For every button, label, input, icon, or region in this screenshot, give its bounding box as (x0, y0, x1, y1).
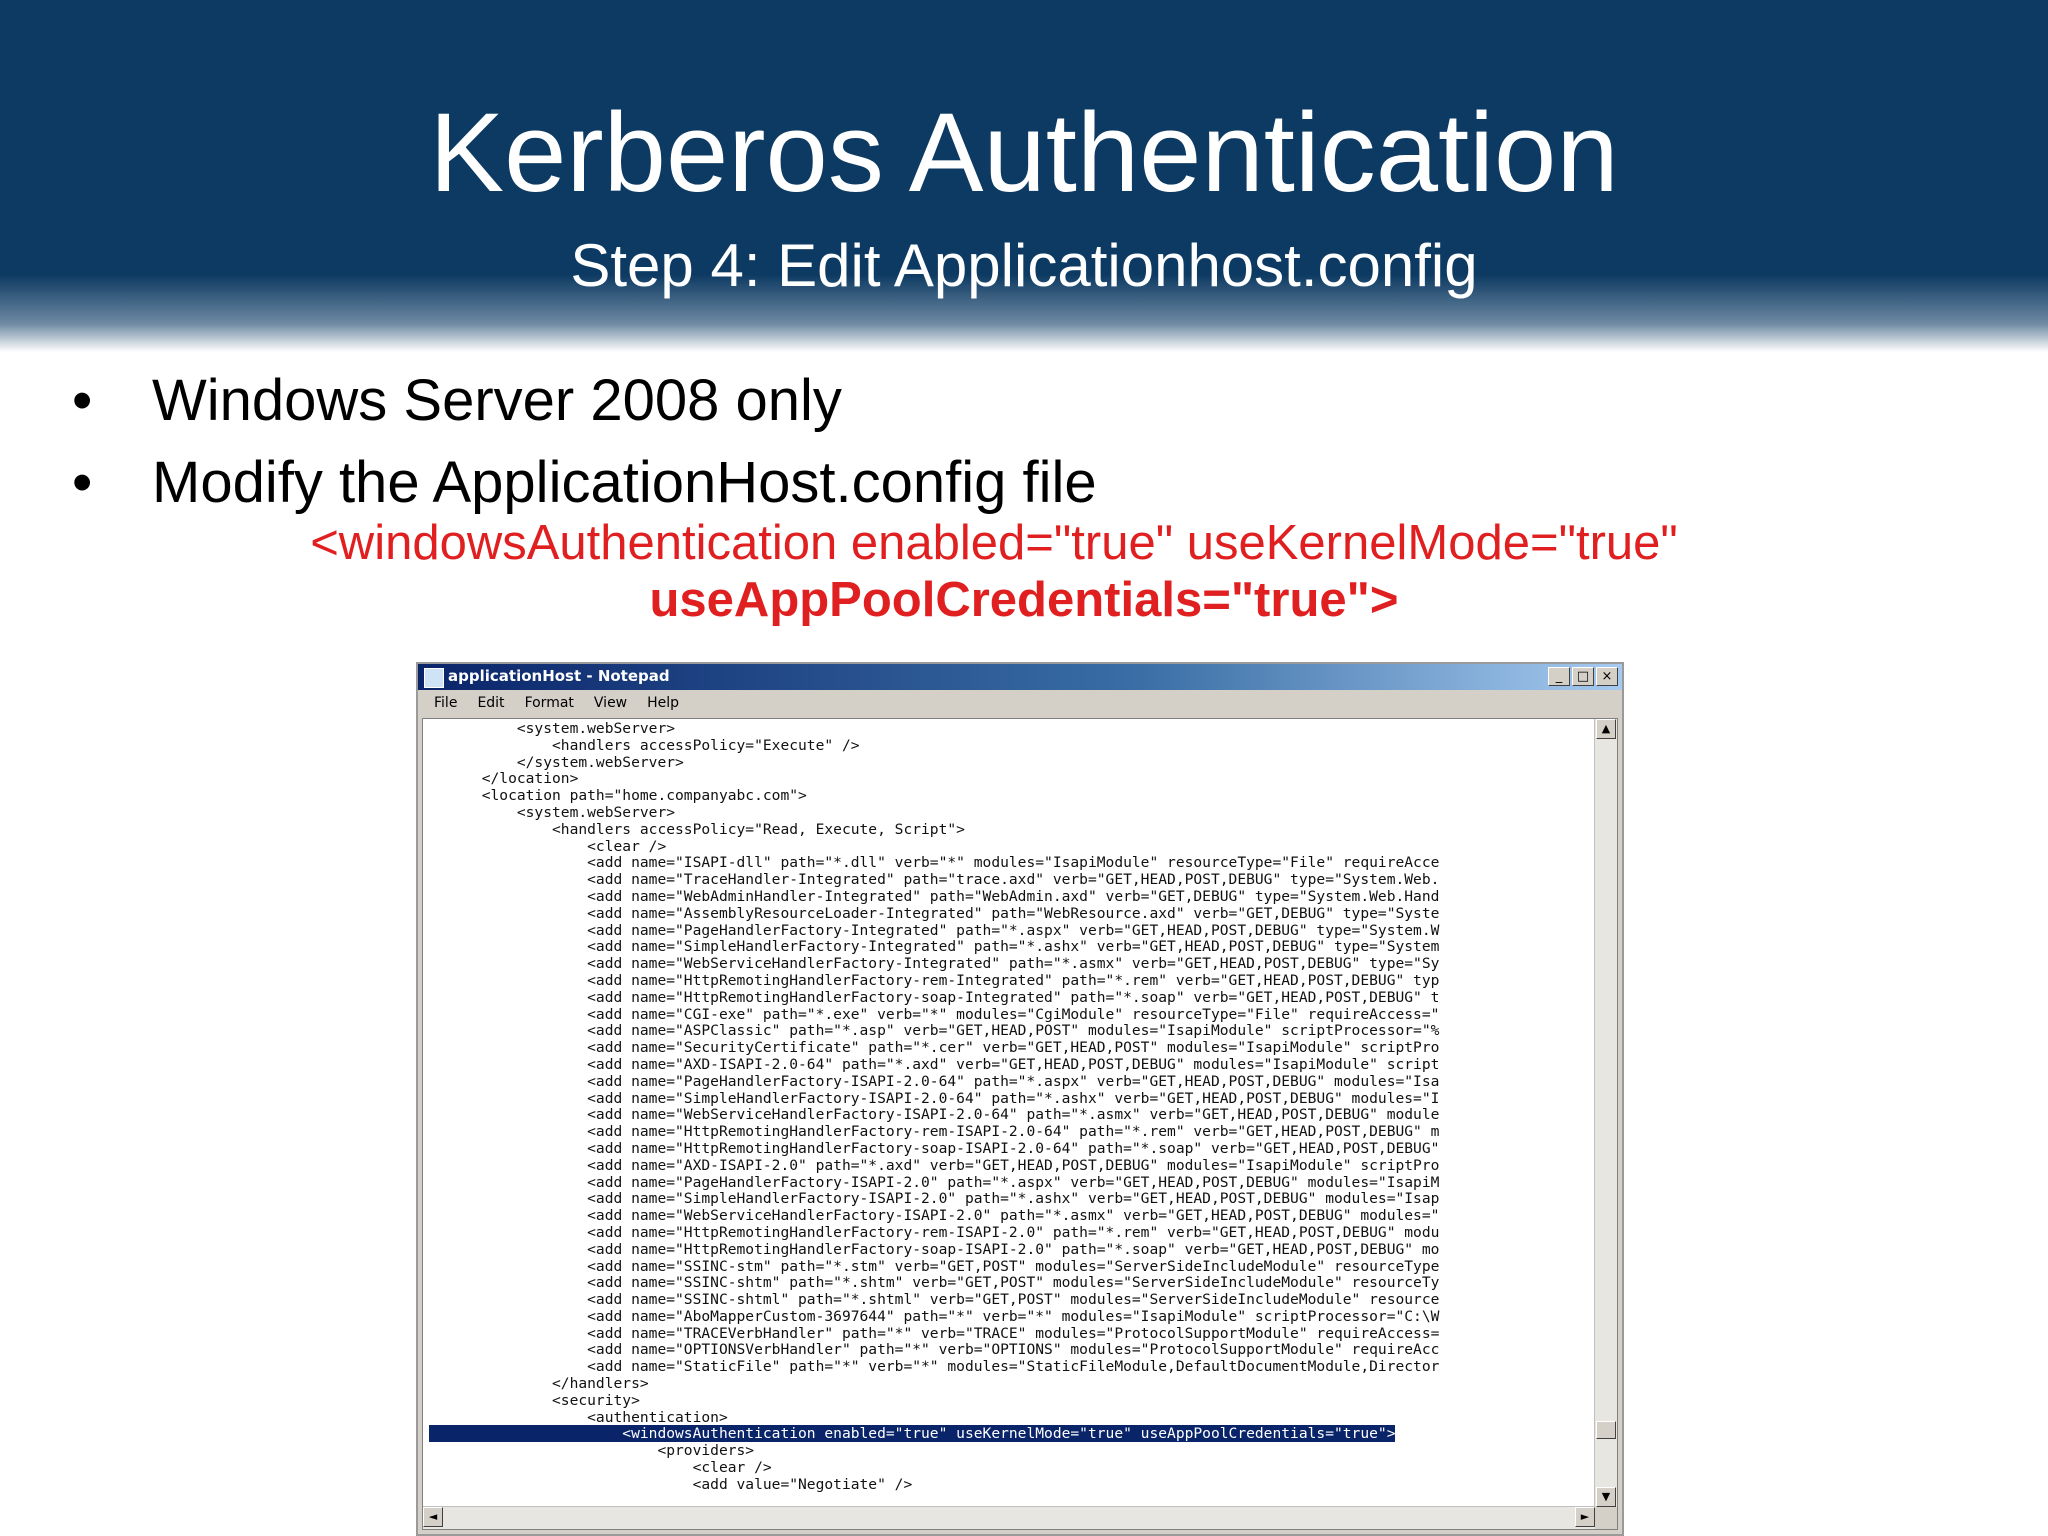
code-line: <add name="WebServiceHandlerFactory-Inte… (429, 955, 1440, 973)
code-line: <system.webServer> (429, 803, 676, 821)
code-line: <add name="ASPClassic" path="*.asp" verb… (429, 1022, 1440, 1040)
code-line: <add name="SimpleHandlerFactory-ISAPI-2.… (429, 1089, 1440, 1107)
slide-header: Kerberos Authentication Step 4: Edit App… (0, 0, 2048, 352)
code-line: <add name="HttpRemotingHandlerFactory-so… (429, 988, 1440, 1006)
notepad-window: applicationHost - Notepad _ □ × File Edi… (416, 662, 1624, 1536)
notepad-menubar: File Edit Format View Help (418, 692, 1622, 716)
code-line: </handlers> (429, 1375, 649, 1393)
code-line: <add name="HttpRemotingHandlerFactory-so… (429, 1139, 1440, 1157)
code-line: <add name="PageHandlerFactory-ISAPI-2.0"… (429, 1173, 1440, 1191)
code-snippet-line2: useAppPoolCredentials="true"> (0, 572, 2048, 628)
scroll-thumb[interactable] (1596, 1421, 1616, 1439)
code-line: <add name="SecurityCertificate" path="*.… (429, 1039, 1440, 1057)
code-line: <add name="TRACEVerbHandler" path="*" ve… (429, 1324, 1440, 1342)
scroll-left-arrow-icon[interactable]: ◄ (423, 1507, 443, 1527)
code-line: <handlers accessPolicy="Execute" /> (429, 736, 860, 754)
code-line: <add name="HttpRemotingHandlerFactory-re… (429, 1123, 1440, 1141)
menu-view[interactable]: View (586, 692, 635, 716)
vertical-scrollbar[interactable]: ▲ ▼ (1594, 719, 1617, 1507)
code-line: <add name="WebServiceHandlerFactory-ISAP… (429, 1106, 1440, 1124)
code-line: <add name="CGI-exe" path="*.exe" verb="*… (429, 1005, 1440, 1023)
code-line: <add name="AXD-ISAPI-2.0-64" path="*.axd… (429, 1055, 1440, 1073)
notepad-text-area[interactable]: <system.webServer> <handlers accessPolic… (422, 718, 1618, 1530)
bullet-item: • Windows Server 2008 only (68, 360, 1097, 442)
code-line: <add name="HttpRemotingHandlerFactory-re… (429, 1223, 1440, 1241)
code-line: <add name="PageHandlerFactory-ISAPI-2.0-… (429, 1072, 1440, 1090)
notepad-titlebar[interactable]: applicationHost - Notepad _ □ × (418, 664, 1622, 690)
code-line: </system.webServer> (429, 753, 684, 771)
code-line: <security> (429, 1391, 640, 1409)
code-snippet-text: <windowsAuthentication enabled="true" us… (310, 516, 1678, 570)
code-line: <add name="OPTIONSVerbHandler" path="*" … (429, 1341, 1440, 1359)
code-line: <location path="home.companyabc.com"> (429, 787, 807, 805)
selected-text: <windowsAuthentication enabled="true" us… (429, 1425, 1396, 1443)
code-line: <add name="TraceHandler-Integrated" path… (429, 871, 1440, 889)
scroll-down-arrow-icon[interactable]: ▼ (1596, 1487, 1616, 1507)
notepad-text-content[interactable]: <system.webServer> <handlers accessPolic… (429, 721, 1591, 1503)
code-snippet-line1: <windowsAuthentication enabled="true" us… (0, 515, 2048, 571)
minimize-button[interactable]: _ (1548, 667, 1570, 686)
slide-subtitle: Step 4: Edit Applicationhost.config (570, 232, 1478, 299)
horizontal-scrollbar[interactable]: ◄ ► (423, 1506, 1595, 1529)
bullet-item: • Modify the ApplicationHost.config file (68, 442, 1097, 524)
code-line: <authentication> (429, 1408, 728, 1426)
code-line: <clear /> (429, 1459, 772, 1477)
menu-edit[interactable]: Edit (469, 692, 512, 716)
code-line: <add name="SSINC-shtm" path="*.shtm" ver… (429, 1274, 1440, 1292)
bullet-list: • Windows Server 2008 only • Modify the … (68, 360, 1097, 524)
maximize-button[interactable]: □ (1572, 667, 1594, 686)
bullet-text: Modify the ApplicationHost.config file (152, 450, 1097, 515)
close-button[interactable]: × (1596, 667, 1618, 686)
code-line: <add name="WebAdminHandler-Integrated" p… (429, 887, 1440, 905)
code-line: <add name="PageHandlerFactory-Integrated… (429, 921, 1440, 939)
scroll-right-arrow-icon[interactable]: ► (1575, 1507, 1595, 1527)
menu-format[interactable]: Format (517, 692, 582, 716)
code-line: <add name="WebServiceHandlerFactory-ISAP… (429, 1207, 1440, 1225)
code-line-selected: <windowsAuthentication enabled="true" us… (429, 1425, 1591, 1443)
code-line: <add name="SimpleHandlerFactory-Integrat… (429, 938, 1440, 956)
code-line: <add name="ISAPI-dll" path="*.dll" verb=… (429, 854, 1440, 872)
scroll-up-arrow-icon[interactable]: ▲ (1596, 719, 1616, 739)
size-grip[interactable] (1595, 1507, 1617, 1529)
code-line: <add name="AXD-ISAPI-2.0" path="*.axd" v… (429, 1156, 1440, 1174)
code-line: <add name="HttpRemotingHandlerFactory-so… (429, 1240, 1440, 1258)
code-line: <add name="SimpleHandlerFactory-ISAPI-2.… (429, 1190, 1440, 1208)
code-line: <system.webServer> (429, 721, 676, 737)
bullet-icon: • (72, 450, 93, 515)
code-line: <clear /> (429, 837, 667, 855)
code-line: <add name="SSINC-shtml" path="*.shtml" v… (429, 1291, 1440, 1309)
code-line: <add name="HttpRemotingHandlerFactory-re… (429, 971, 1440, 989)
code-line: <providers> (429, 1442, 755, 1460)
menu-help[interactable]: Help (639, 692, 687, 716)
code-line: <add name="SSINC-stm" path="*.stm" verb=… (429, 1257, 1440, 1275)
notepad-title: applicationHost - Notepad (448, 667, 670, 685)
code-line: <add name="AssemblyResourceLoader-Integr… (429, 904, 1440, 922)
menu-file[interactable]: File (426, 692, 465, 716)
window-controls: _ □ × (1548, 667, 1618, 686)
code-snippet-text-bold: useAppPoolCredentials="true"> (649, 573, 1399, 627)
notepad-app-icon (424, 668, 444, 688)
slide-title: Kerberos Authentication (429, 90, 1619, 215)
code-line: <handlers accessPolicy="Read, Execute, S… (429, 820, 965, 838)
bullet-text: Windows Server 2008 only (152, 368, 842, 433)
code-line: <add name="AboMapperCustom-3697644" path… (429, 1307, 1440, 1325)
code-line: <add name="StaticFile" path="*" verb="*"… (429, 1358, 1440, 1376)
code-line: <add value="Negotiate" /> (429, 1475, 913, 1493)
code-line: </location> (429, 770, 579, 788)
bullet-icon: • (72, 368, 93, 433)
